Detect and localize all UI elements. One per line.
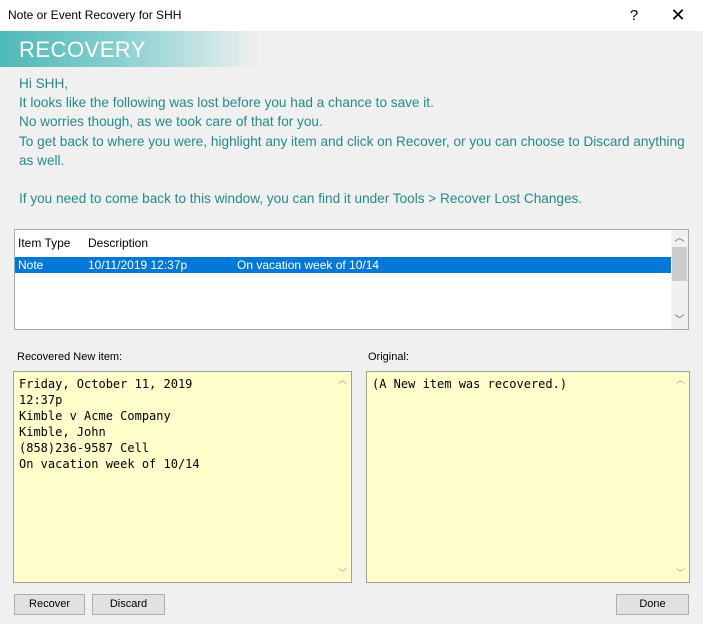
recovered-item-textbox[interactable]: Friday, October 11, 2019 12:37p Kimble v… (13, 371, 352, 583)
scroll-down-icon[interactable]: ﹀ (672, 565, 689, 582)
help-button[interactable]: ? (612, 0, 656, 31)
list-header: Item Type Description (15, 230, 671, 254)
recovery-list[interactable]: Item Type Description Note 10/11/2019 12… (14, 229, 689, 330)
scroll-down-icon[interactable]: ﹀ (334, 565, 351, 582)
item-type-cell: Note (18, 258, 44, 272)
scroll-up-icon[interactable]: ︿ (672, 372, 689, 389)
close-button[interactable]: ✕ (656, 0, 700, 31)
banner-title: RECOVERY (19, 37, 147, 62)
original-scrollbar[interactable]: ︿ ﹀ (672, 372, 689, 582)
original-text: (A New item was recovered.) (372, 377, 568, 391)
original-textbox[interactable]: (A New item was recovered.) ︿ ﹀ (366, 371, 690, 583)
window-title: Note or Event Recovery for SHH (8, 8, 182, 22)
column-header-item-type[interactable]: Item Type (18, 236, 70, 250)
recovered-scrollbar[interactable]: ︿ ﹀ (334, 372, 351, 582)
recovery-banner: RECOVERY (0, 31, 260, 67)
list-item[interactable]: Note 10/11/2019 12:37p On vacation week … (15, 257, 671, 273)
item-date-cell: 10/11/2019 12:37p (88, 258, 188, 272)
scroll-up-icon[interactable]: ︿ (334, 372, 351, 389)
info-message: Hi SHH, It looks like the following was … (19, 76, 685, 207)
recovered-item-text: Friday, October 11, 2019 12:37p Kimble v… (19, 377, 200, 471)
discard-button[interactable]: Discard (92, 594, 165, 615)
title-bar: Note or Event Recovery for SHH ? ✕ (0, 0, 703, 31)
scroll-down-icon[interactable]: ﹀ (671, 312, 688, 329)
recover-button[interactable]: Recover (14, 594, 85, 615)
list-scrollbar[interactable]: ︿ ﹀ (671, 230, 688, 329)
scroll-up-icon[interactable]: ︿ (671, 230, 688, 247)
scroll-thumb[interactable] (672, 247, 687, 281)
original-label: Original: (368, 351, 409, 363)
recovered-item-label: Recovered New item: (17, 351, 123, 363)
item-description-cell: On vacation week of 10/14 (237, 258, 380, 272)
done-button[interactable]: Done (616, 594, 689, 615)
column-header-description[interactable]: Description (88, 236, 148, 250)
